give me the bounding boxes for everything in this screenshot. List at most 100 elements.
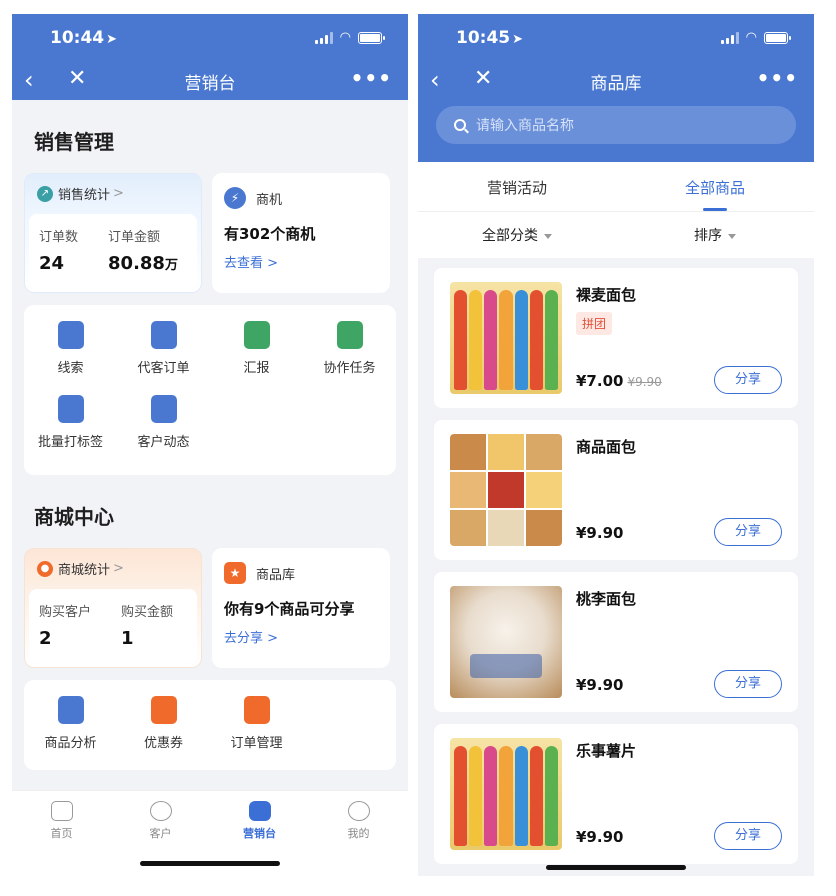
status-time: 10:45 — [456, 28, 511, 48]
sales-stats-card[interactable]: ↗ 销售统计 > 订单数 24 订单金额 80.88万 — [24, 173, 202, 293]
grid-item[interactable]: 客户动态 — [117, 395, 210, 469]
home-icon — [50, 801, 73, 821]
grid-item-label: 批量打标签 — [37, 435, 103, 450]
grid-item[interactable]: 批量打标签 — [24, 395, 117, 469]
buyers-label: 购买客户 — [39, 605, 92, 620]
product-library-card[interactable]: ★ 商品库 你有9个商品可分享 去分享 > — [212, 548, 390, 668]
product-library-link[interactable]: 去分享 > — [224, 627, 378, 646]
product-list: 裸麦面包 拼团 ¥7.00 ¥9.90 分享 商品面包 ¥9.90 分享 桃李面包 ¥9.90 分享… — [418, 258, 814, 864]
order-count-value: 24 — [39, 253, 65, 274]
wifi-icon: ◠ — [745, 30, 757, 45]
grid-item[interactable]: 订单管理 — [210, 696, 303, 770]
product-library-screen: 10:45 ➤ ◠ ‹ ✕ 商品库 ••• 请输入商品名称 营销活动 全部商品 全… — [418, 14, 814, 876]
home-indicator — [140, 861, 280, 866]
product-name: 裸麦面包 — [576, 286, 637, 304]
report-icon — [243, 321, 270, 349]
smile-icon — [347, 801, 370, 821]
mall-stats-card[interactable]: ● 商城统计 > 购买客户 2 购买金额 1 — [24, 548, 202, 668]
sales-tools-grid: 线索 代客订单 汇报 协作任务批量打标签 客户动态 — [24, 305, 396, 475]
category-filter[interactable]: 全部分类 — [418, 212, 616, 258]
grid-item[interactable]: 线索 — [24, 321, 117, 395]
product-library-text: 你有9个商品可分享 — [224, 600, 355, 618]
opportunity-card[interactable]: ⚡ 商机 有302个商机 去查看 > — [212, 173, 390, 293]
product-card[interactable]: 裸麦面包拼团 ¥7.00 ¥9.90 分享 — [434, 268, 798, 408]
marketing-screen: 10:44 ➤ ◠ ‹ ✕ 营销台 ••• 销售管理 ↗ 销售统计 > 订单数 24 订… — [12, 14, 408, 876]
proxy-order-icon — [150, 321, 177, 349]
purchase-amount-label: 购买金额 — [121, 605, 174, 620]
product-name: 乐事薯片 — [576, 742, 637, 760]
more-icon[interactable]: ••• — [757, 66, 798, 90]
shopping-bag-icon: ★ — [224, 562, 246, 584]
product-card[interactable]: 桃李面包 ¥9.90 分享 — [434, 572, 798, 712]
status-bar: 10:44 ➤ ◠ — [12, 14, 408, 64]
grid-item-label: 客户动态 — [137, 435, 190, 450]
order-amount-label: 订单金额 — [108, 230, 161, 245]
signal-icon — [720, 31, 739, 44]
coupon-icon — [150, 696, 177, 724]
order-amount-unit: 万 — [164, 258, 178, 273]
product-name: 桃李面包 — [576, 590, 637, 608]
share-button[interactable]: 分享 — [714, 366, 782, 394]
customer-activity-icon — [150, 395, 177, 423]
nav-bar: ‹ ✕ 商品库 ••• — [418, 64, 814, 100]
caret-down-icon — [728, 233, 736, 239]
grid-item[interactable]: 商品分析 — [24, 696, 117, 770]
status-time: 10:44 — [50, 28, 105, 48]
product-card[interactable]: 商品面包 ¥9.90 分享 — [434, 420, 798, 560]
product-price: ¥7.00 ¥9.90 — [576, 372, 662, 390]
lightning-icon: ⚡ — [224, 187, 246, 209]
product-card[interactable]: 乐事薯片 ¥9.90 分享 — [434, 724, 798, 864]
top-bar: 10:44 ➤ ◠ ‹ ✕ 营销台 ••• — [12, 14, 408, 100]
product-library-title: 商品库 — [256, 567, 296, 583]
tab-label: 营销台 — [243, 827, 276, 840]
grid-item-label: 订单管理 — [230, 736, 283, 751]
share-button[interactable]: 分享 — [714, 518, 782, 546]
battery-icon — [764, 31, 791, 44]
chevron-right-icon: > — [113, 186, 124, 201]
grid-item-label: 代客订单 — [137, 361, 190, 376]
search-icon — [454, 119, 466, 131]
grid-item[interactable]: 汇报 — [210, 321, 303, 395]
tab-smile[interactable]: 我的 — [309, 791, 408, 876]
chevron-right-icon: > — [113, 561, 124, 576]
caret-down-icon — [544, 233, 552, 239]
opportunity-link[interactable]: 去查看 > — [224, 252, 378, 271]
tab-all-products[interactable]: 全部商品 — [616, 162, 814, 211]
share-button[interactable]: 分享 — [714, 822, 782, 850]
signal-icon — [314, 31, 333, 44]
page-title: 营销台 — [184, 74, 236, 94]
mall-tools-grid: 商品分析 优惠券 订单管理 — [24, 680, 396, 770]
sales-section-title: 销售管理 — [34, 130, 114, 154]
page-title: 商品库 — [590, 74, 642, 94]
product-image — [450, 434, 562, 546]
sort-filter[interactable]: 排序 — [616, 212, 814, 258]
tag-icon — [57, 395, 84, 423]
grid-item-label: 优惠券 — [143, 736, 183, 751]
sales-stats-title: 销售统计 — [58, 188, 111, 203]
mall-icon: ● — [37, 560, 53, 577]
grid-item[interactable]: 代客订单 — [117, 321, 210, 395]
tab-home[interactable]: 首页 — [12, 791, 111, 876]
original-price: ¥9.90 — [627, 375, 662, 389]
location-icon: ➤ — [106, 32, 118, 47]
order-count-label: 订单数 — [39, 230, 79, 245]
mall-stats-title: 商城统计 — [58, 563, 111, 578]
product-price: ¥9.90 — [576, 828, 624, 846]
product-name: 商品面包 — [576, 438, 637, 456]
tab-marketing-activity[interactable]: 营销活动 — [418, 162, 616, 211]
more-icon[interactable]: ••• — [351, 66, 392, 90]
product-image — [450, 738, 562, 850]
grid-item[interactable]: 协作任务 — [303, 321, 396, 395]
location-icon: ➤ — [512, 32, 524, 47]
search-input[interactable]: 请输入商品名称 — [436, 106, 796, 144]
group-buy-badge: 拼团 — [576, 312, 613, 335]
grid-item-label: 商品分析 — [44, 736, 97, 751]
task-icon — [336, 321, 363, 349]
buyers-value: 2 — [39, 628, 52, 649]
grid-item[interactable]: 优惠券 — [117, 696, 210, 770]
lead-icon — [57, 321, 84, 349]
product-analysis-icon — [57, 696, 84, 724]
purchase-amount-value: 1 — [121, 628, 134, 649]
share-button[interactable]: 分享 — [714, 670, 782, 698]
home-indicator — [546, 865, 686, 870]
